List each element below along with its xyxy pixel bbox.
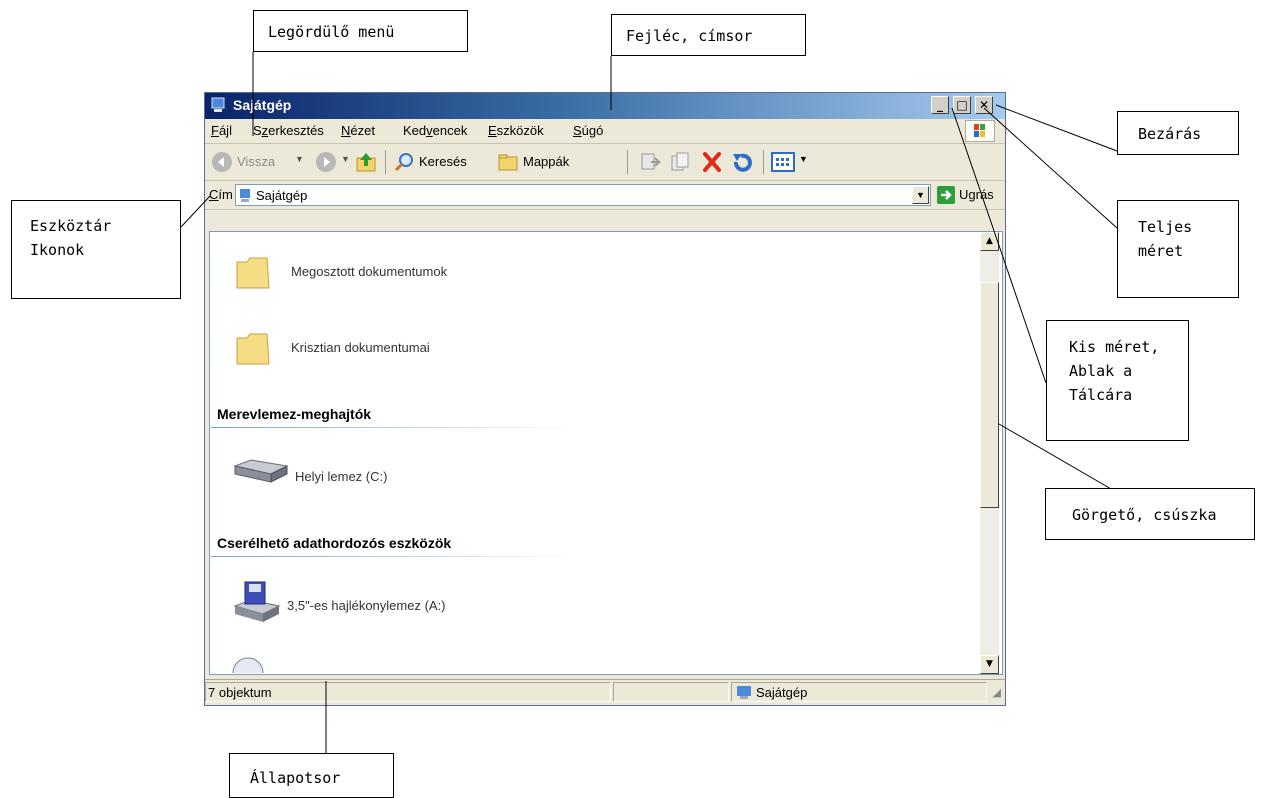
callout-text: Fejléc, címsor [626,27,753,45]
callout-text: Kis méret, [1069,338,1160,356]
callout-maximize: Teljes méret [1117,200,1239,298]
callout-text: Állapotsor [250,769,341,787]
callout-statusbar: Állapotsor [229,753,394,798]
callout-text: Eszköztár [30,217,112,235]
callout-dropdown-menu: Legördülő menü [253,10,468,52]
callout-text: Ablak a [1069,362,1133,380]
callout-header: Fejléc, címsor [611,14,806,56]
callout-toolbar: Eszköztár Ikonok [11,200,181,299]
callout-minimize: Kis méret, Ablak a Tálcára [1046,320,1189,441]
callout-text: Teljes [1138,218,1193,236]
callout-text: méret [1138,242,1184,260]
callout-text: Bezárás [1138,125,1202,143]
callout-text: Legördülő menü [268,23,395,41]
callout-text: Tálcára [1069,386,1133,404]
callout-text: Ikonok [30,241,85,259]
callout-text: Görgető, csúszka [1072,506,1217,524]
callout-scroll: Görgető, csúszka [1045,488,1255,540]
callout-close: Bezárás [1117,111,1239,155]
